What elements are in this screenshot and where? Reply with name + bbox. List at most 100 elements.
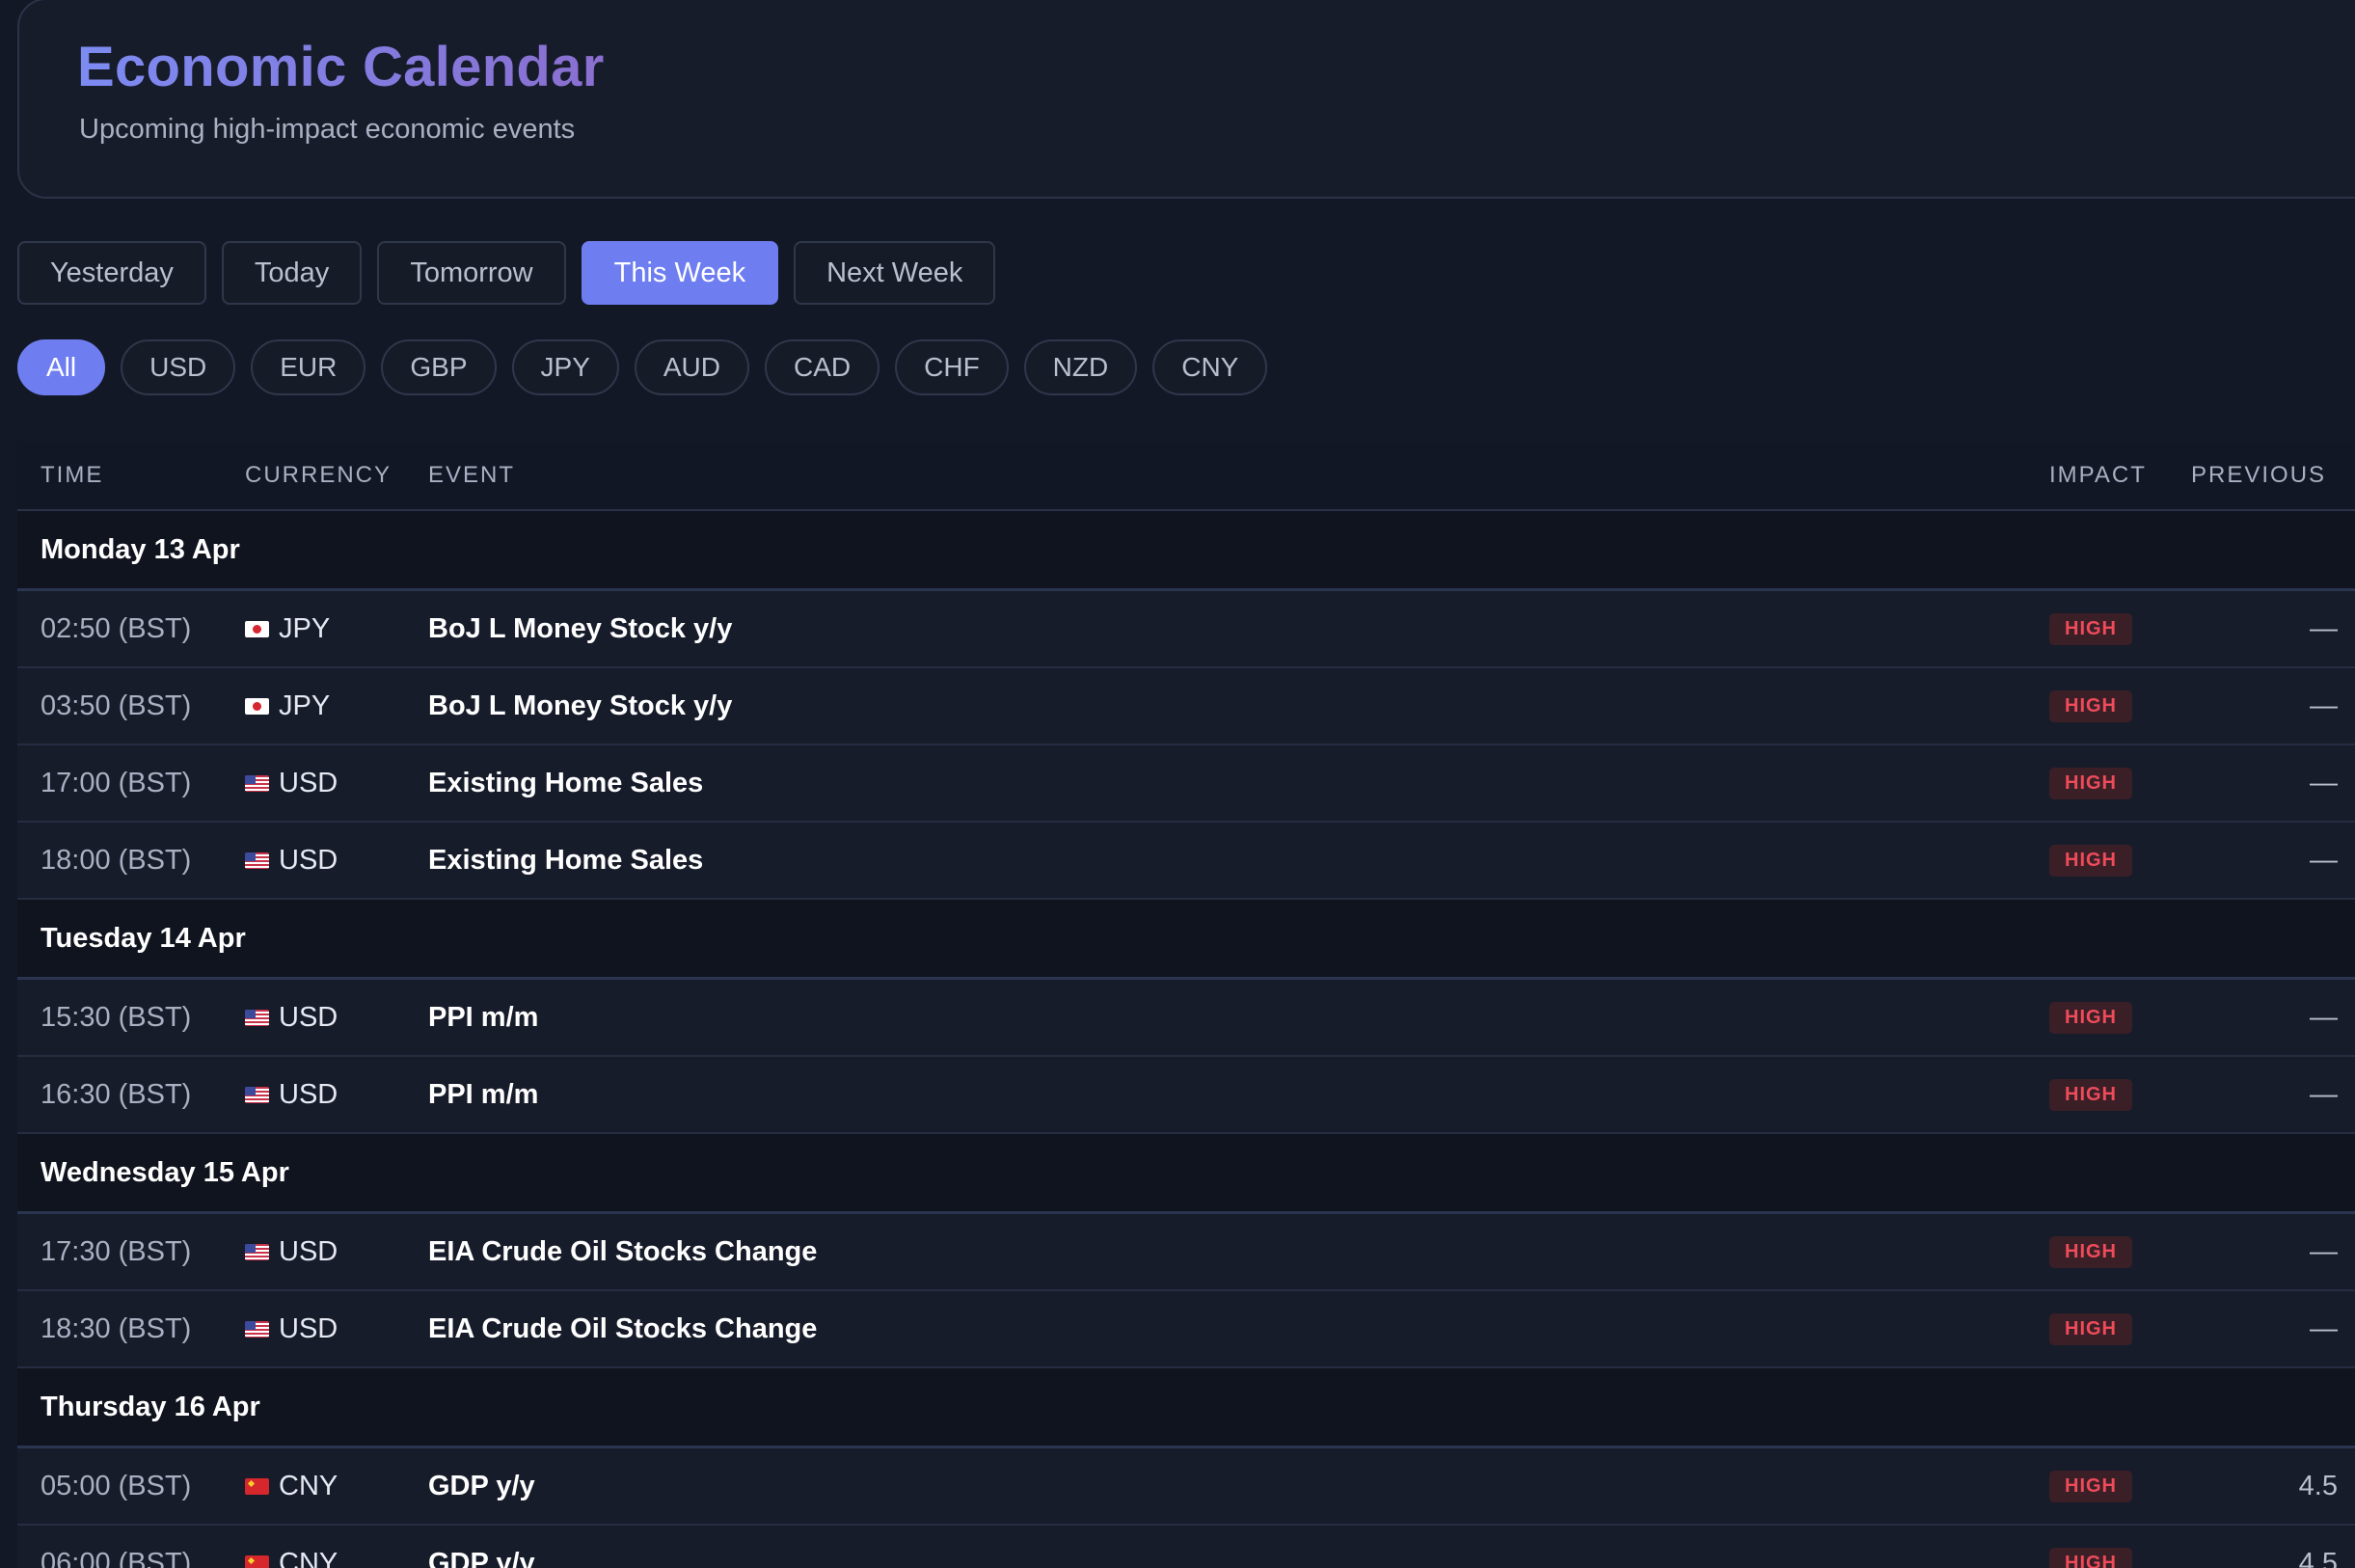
table-row[interactable]: 17:30 (BST) USD EIA Crude Oil Stocks Chang… <box>17 1214 2355 1291</box>
tab-this-week[interactable]: This Week <box>581 241 779 305</box>
currency-filter-eur[interactable]: EUR <box>251 339 366 395</box>
event-previous: 4.5 <box>2298 1470 2338 1501</box>
event-time: 17:30 (BST) <box>41 1235 192 1267</box>
impact-badge: HIGH <box>2049 1312 2132 1345</box>
event-impact: HIGH <box>2049 591 2132 666</box>
event-impact: HIGH <box>2049 1526 2132 1568</box>
event-name: BoJ L Money Stock y/y <box>428 689 733 721</box>
currency-filter-nzd[interactable]: NZD <box>1023 339 1138 395</box>
currency-code: USD <box>279 844 338 876</box>
currency-filter-jpy[interactable]: JPY <box>511 339 619 395</box>
currency-code: USD <box>279 767 338 798</box>
event-time: 15:30 (BST) <box>41 1001 192 1033</box>
table-row[interactable]: 03:50 (BST) JPY BoJ L Money Stock y/y HIGH — <box>17 668 2355 745</box>
tab-next-week[interactable]: Next Week <box>794 241 996 305</box>
page-title: Economic Calendar <box>77 36 605 98</box>
impact-badge: HIGH <box>2049 1001 2132 1034</box>
event-time: 17:00 (BST) <box>41 767 192 798</box>
header-card: Economic Calendar Upcoming high-impact e… <box>17 0 2355 199</box>
event-time: 05:00 (BST) <box>41 1470 192 1501</box>
event-impact: HIGH <box>2049 745 2132 821</box>
column-header-currency[interactable]: CURRENCY <box>245 442 392 509</box>
event-currency: USD <box>245 1057 338 1132</box>
event-impact: HIGH <box>2049 1214 2132 1289</box>
cn-flag-icon <box>245 1477 269 1495</box>
table-row[interactable]: 16:30 (BST) USD PPI m/m HIGH — <box>17 1057 2355 1134</box>
day-group-header: Thursday 16 Apr <box>17 1368 2355 1448</box>
event-previous: — <box>2310 612 2338 644</box>
table-row[interactable]: 02:50 (BST) JPY BoJ L Money Stock y/y HIGH — <box>17 591 2355 668</box>
page-subtitle: Upcoming high-impact economic events <box>79 114 576 145</box>
jp-flag-icon <box>245 620 269 637</box>
event-name: PPI m/m <box>428 1001 539 1033</box>
currency-code: CNY <box>279 1547 338 1568</box>
impact-badge: HIGH <box>2049 1470 2132 1502</box>
event-currency: USD <box>245 980 338 1055</box>
us-flag-icon <box>245 1086 269 1103</box>
currency-code: JPY <box>279 612 331 644</box>
event-name: Existing Home Sales <box>428 767 704 798</box>
event-time: 06:00 (BST) <box>41 1547 192 1568</box>
event-previous: 4.5 <box>2298 1547 2338 1568</box>
event-previous: — <box>2310 1078 2338 1110</box>
currency-filter-cad[interactable]: CAD <box>765 339 880 395</box>
table-row[interactable]: 15:30 (BST) USD PPI m/m HIGH — <box>17 980 2355 1057</box>
table-row[interactable]: 18:30 (BST) USD EIA Crude Oil Stocks Chang… <box>17 1291 2355 1368</box>
event-name: BoJ L Money Stock y/y <box>428 612 733 644</box>
event-currency: USD <box>245 1291 338 1366</box>
event-name: EIA Crude Oil Stocks Change <box>428 1235 818 1267</box>
column-header-impact[interactable]: IMPACT <box>2049 442 2147 509</box>
column-header-event[interactable]: EVENT <box>428 442 515 509</box>
tab-yesterday[interactable]: Yesterday <box>17 241 206 305</box>
table-row[interactable]: 06:00 (BST) CNY GDP y/y HIGH 4.5 <box>17 1526 2355 1568</box>
event-previous: — <box>2310 1001 2338 1033</box>
event-previous: — <box>2310 1235 2338 1267</box>
us-flag-icon <box>245 774 269 792</box>
event-name: GDP y/y <box>428 1547 535 1568</box>
us-flag-icon <box>245 1243 269 1260</box>
event-currency: CNY <box>245 1526 338 1568</box>
event-name: PPI m/m <box>428 1078 539 1110</box>
event-name: GDP y/y <box>428 1470 535 1501</box>
currency-filter-cny[interactable]: CNY <box>1152 339 1268 395</box>
day-label: Monday 13 Apr <box>41 533 240 565</box>
column-header-time[interactable]: TIME <box>41 442 103 509</box>
tab-tomorrow[interactable]: Tomorrow <box>377 241 566 305</box>
currency-code: USD <box>279 1001 338 1033</box>
impact-badge: HIGH <box>2049 689 2132 722</box>
currency-code: CNY <box>279 1470 338 1501</box>
event-name: EIA Crude Oil Stocks Change <box>428 1312 818 1344</box>
currency-filter-usd[interactable]: USD <box>121 339 236 395</box>
event-currency: JPY <box>245 591 330 666</box>
event-currency: USD <box>245 1214 338 1289</box>
us-flag-icon <box>245 1009 269 1026</box>
currency-filter-all[interactable]: All <box>17 339 106 395</box>
currency-filter-bar: All USD EUR GBP JPY AUD CAD CHF NZD CNY <box>17 339 1268 395</box>
event-previous: — <box>2310 689 2338 721</box>
currency-filter-aud[interactable]: AUD <box>634 339 749 395</box>
currency-code: USD <box>279 1078 338 1110</box>
impact-badge: HIGH <box>2049 767 2132 799</box>
event-time: 18:30 (BST) <box>41 1312 192 1344</box>
event-impact: HIGH <box>2049 1291 2132 1366</box>
table-row[interactable]: 18:00 (BST) USD Existing Home Sales HIGH — <box>17 823 2355 900</box>
us-flag-icon <box>245 1320 269 1338</box>
event-time: 02:50 (BST) <box>41 612 192 644</box>
table-row[interactable]: 17:00 (BST) USD Existing Home Sales HIGH — <box>17 745 2355 823</box>
day-group-header: Monday 13 Apr <box>17 511 2355 591</box>
table-header: TIME CURRENCY EVENT IMPACT PREVIOUS <box>17 442 2355 511</box>
economic-calendar-page: Economic Calendar Upcoming high-impact e… <box>0 0 2355 1568</box>
day-group-header: Tuesday 14 Apr <box>17 900 2355 980</box>
impact-badge: HIGH <box>2049 844 2132 877</box>
currency-code: USD <box>279 1312 338 1344</box>
impact-badge: HIGH <box>2049 1547 2132 1568</box>
day-label: Wednesday 15 Apr <box>41 1156 289 1188</box>
currency-filter-chf[interactable]: CHF <box>895 339 1009 395</box>
impact-badge: HIGH <box>2049 1078 2132 1111</box>
column-header-previous[interactable]: PREVIOUS <box>2191 442 2326 509</box>
currency-filter-gbp[interactable]: GBP <box>381 339 497 395</box>
tab-today[interactable]: Today <box>221 241 363 305</box>
currency-code: JPY <box>279 689 331 721</box>
table-row[interactable]: 05:00 (BST) CNY GDP y/y HIGH 4.5 <box>17 1448 2355 1526</box>
event-time: 03:50 (BST) <box>41 689 192 721</box>
